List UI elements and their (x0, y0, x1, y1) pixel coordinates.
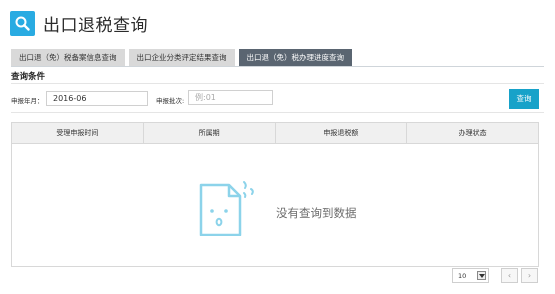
result-table: 受理申报时间 所属期 申报退税额 办理状态 没有查询到数据 (11, 122, 539, 267)
batch-input[interactable] (188, 90, 273, 105)
tab-bar: 出口退（免）税备案信息查询 出口企业分类评定结果查询 出口退（免）税办理进度查询 (11, 49, 352, 66)
form-divider (11, 112, 544, 113)
period-input[interactable] (46, 91, 148, 106)
tab-processing-progress[interactable]: 出口退（免）税办理进度查询 (238, 49, 352, 66)
empty-message: 没有查询到数据 (276, 206, 357, 220)
chevron-down-icon (477, 271, 486, 280)
query-button[interactable]: 查询 (509, 89, 539, 109)
search-icon (10, 10, 35, 36)
page-header: 出口退税查询 (10, 8, 148, 38)
batch-label: 申报批次: (156, 97, 185, 105)
empty-state: 没有查询到数据 (198, 178, 357, 236)
column-header-period: 所属期 (144, 123, 276, 143)
page-size-select[interactable]: 10 (452, 268, 489, 283)
chevron-left-icon: ‹ (507, 271, 512, 280)
chevron-right-icon: › (527, 271, 532, 280)
tab-filing-info[interactable]: 出口退（免）税备案信息查询 (11, 49, 125, 66)
column-header-refund-amount: 申报退税额 (276, 123, 408, 143)
period-label: 申报年月： (11, 97, 44, 105)
prev-page-button[interactable]: ‹ (501, 268, 518, 283)
page-title: 出口退税查询 (43, 15, 148, 36)
column-header-accept-time: 受理申报时间 (12, 123, 144, 143)
empty-document-icon (199, 181, 254, 236)
column-header-status: 办理状态 (458, 129, 487, 137)
tab-classification-result[interactable]: 出口企业分类评定结果查询 (128, 49, 235, 66)
criteria-title: 查询条件 (11, 72, 46, 82)
criteria-divider (11, 83, 544, 84)
page-size-value: 10 (458, 271, 467, 280)
pagination: 10 ‹ › (452, 268, 538, 283)
table-header: 受理申报时间 所属期 申报退税额 办理状态 (12, 123, 538, 144)
next-page-button[interactable]: › (521, 268, 538, 283)
tab-divider (11, 66, 544, 67)
